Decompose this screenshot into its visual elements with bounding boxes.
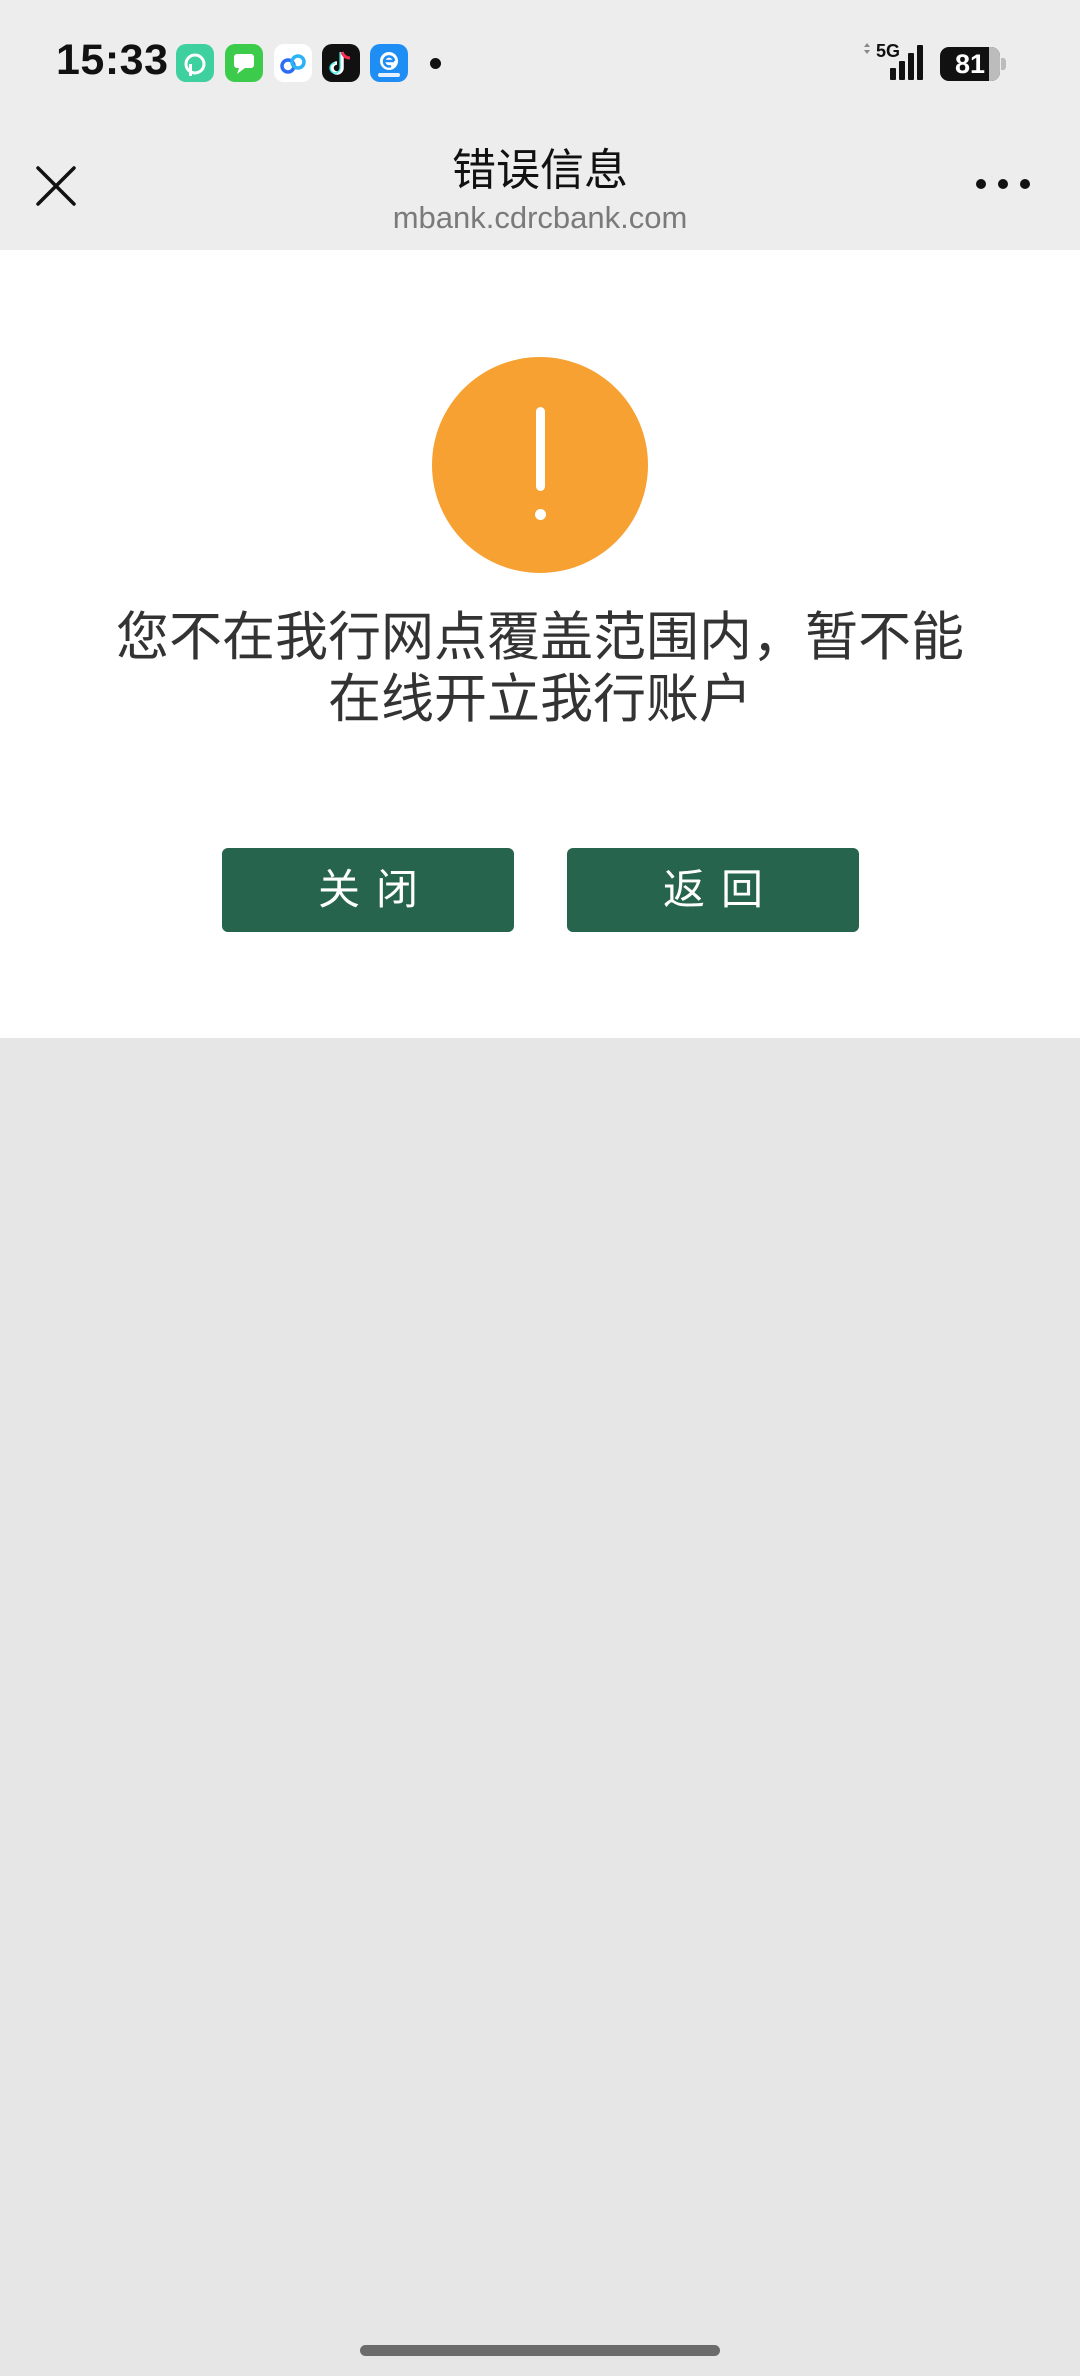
browser-app-icon xyxy=(370,44,408,82)
tiktok-icon xyxy=(322,44,360,82)
dingtalk-icon xyxy=(176,44,214,82)
more-icon xyxy=(976,179,1030,189)
error-panel: 您不在我行网点覆盖范围内，暂不能 在线开立我行账户 关闭 返回 xyxy=(0,250,1080,1038)
error-message-line-2: 在线开立我行账户 xyxy=(328,669,752,730)
more-button[interactable] xyxy=(966,160,1046,208)
status-time: 15:33 xyxy=(56,36,169,84)
home-indicator[interactable] xyxy=(360,2345,720,2356)
back-action-button[interactable]: 返回 xyxy=(567,848,859,932)
cloud-app-icon xyxy=(274,44,312,82)
warning-icon xyxy=(432,357,648,573)
page-url: mbank.cdrcbank.com xyxy=(392,200,688,235)
status-bar: 15:33 5G 81 xyxy=(0,0,1080,122)
notification-dot xyxy=(430,58,441,69)
close-button[interactable] xyxy=(22,152,86,216)
close-action-button[interactable]: 关闭 xyxy=(222,848,514,932)
battery-level: 81 xyxy=(954,49,986,79)
battery-icon: 81 xyxy=(940,47,1006,81)
messages-icon xyxy=(225,44,263,82)
close-icon xyxy=(36,166,76,206)
error-message-line-1: 您不在我行网点覆盖范围内，暂不能 xyxy=(116,607,964,668)
page-title: 错误信息 xyxy=(452,145,628,196)
nav-bar: 错误信息 mbank.cdrcbank.com xyxy=(0,122,1080,250)
error-message: 您不在我行网点覆盖范围内，暂不能 在线开立我行账户 xyxy=(90,607,990,731)
network-type: 5G xyxy=(876,41,901,61)
